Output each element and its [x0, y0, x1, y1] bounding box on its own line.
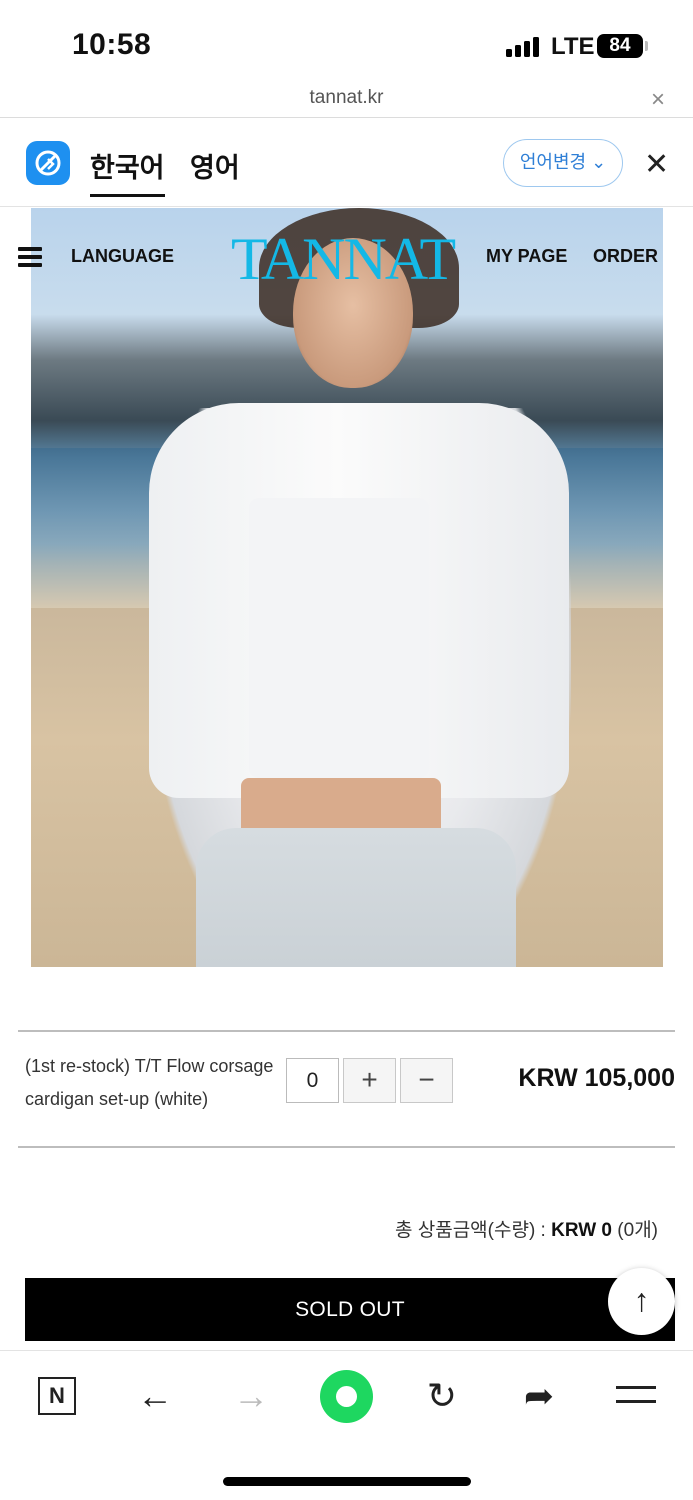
model-top [249, 498, 429, 778]
naver-n-icon[interactable]: N [38, 1377, 76, 1415]
tab-korean[interactable]: 한국어 [90, 146, 165, 197]
status-bar: 10:58 LTE 84 [0, 0, 693, 84]
product-price: KRW 105,000 [518, 1064, 675, 1092]
site-header: LANGUAGE TANNAT MY PAGE ORDER [0, 226, 693, 292]
close-icon[interactable]: ✕ [644, 147, 669, 182]
sold-out-button[interactable]: SOLD OUT [25, 1278, 675, 1341]
url-text[interactable]: tannat.kr [0, 87, 693, 109]
divider [18, 1030, 675, 1032]
share-icon[interactable]: ➦ [514, 1375, 564, 1419]
status-time: 10:58 [72, 28, 152, 61]
product-hero-image [31, 208, 663, 967]
order-link[interactable]: ORDER [593, 246, 658, 267]
back-arrow-icon[interactable]: ← [130, 1375, 180, 1419]
total-value: KRW 0 [551, 1220, 613, 1241]
url-close-icon[interactable]: × [651, 86, 665, 114]
quantity-input[interactable]: 0 [286, 1058, 339, 1103]
total-count: (0개) [612, 1220, 658, 1241]
model-pants [196, 828, 516, 967]
quantity-plus-button[interactable]: + [343, 1058, 396, 1103]
home-indicator [223, 1477, 471, 1486]
total-label: 총 상품금액(수량) : [394, 1220, 552, 1241]
product-name: (1st re-stock) T/T Flow corsage cardigan… [25, 1056, 274, 1109]
hamburger-menu-icon[interactable] [18, 247, 42, 267]
brand-logo[interactable]: TANNAT [231, 225, 456, 294]
menu-icon[interactable] [616, 1386, 656, 1408]
url-bar[interactable]: tannat.kr × [0, 84, 693, 118]
translate-logo-icon [26, 141, 70, 185]
divider [18, 1146, 675, 1148]
green-home-icon[interactable] [320, 1370, 373, 1423]
network-type: LTE [551, 33, 595, 60]
translation-bar: 한국어 영어 언어변경 ⌄ ✕ [0, 119, 693, 207]
arrow-up-icon[interactable]: ↑ [608, 1268, 675, 1335]
mypage-link[interactable]: MY PAGE [486, 246, 567, 267]
battery-tip [645, 41, 648, 51]
forward-arrow-icon[interactable]: → [226, 1375, 276, 1419]
battery-icon: 84 [597, 34, 643, 58]
signal-icon [506, 37, 542, 57]
quantity-minus-button[interactable]: − [400, 1058, 453, 1103]
tab-english[interactable]: 영어 [190, 146, 240, 185]
total-amount: 총 상품금액(수량) : KRW 0 (0개) [395, 1215, 658, 1242]
language-link[interactable]: LANGUAGE [71, 246, 174, 267]
reload-icon[interactable]: ↻ [417, 1375, 467, 1419]
change-language-button[interactable]: 언어변경 ⌄ [503, 139, 623, 187]
